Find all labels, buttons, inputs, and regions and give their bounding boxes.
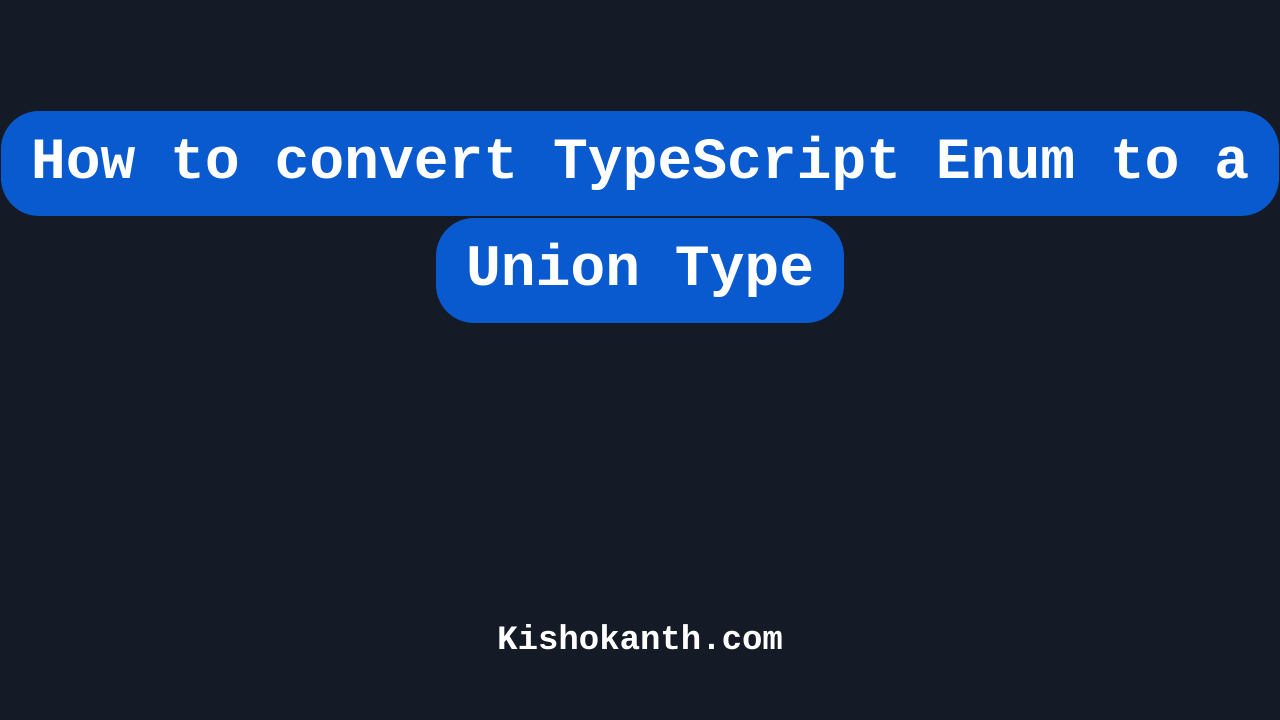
site-name: Kishokanth.com (497, 622, 783, 660)
title-container: How to convert TypeScript Enum to a Unio… (0, 110, 1280, 325)
article-title: How to convert TypeScript Enum to a Unio… (1, 111, 1279, 323)
